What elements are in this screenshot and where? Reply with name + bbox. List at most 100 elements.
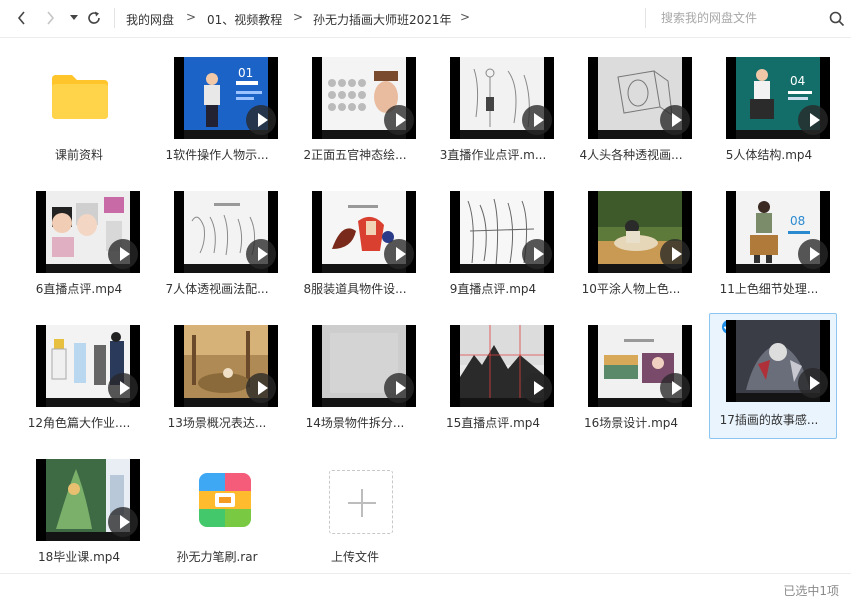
back-button[interactable] — [12, 8, 32, 28]
play-icon — [522, 105, 552, 135]
video-thumbnail — [36, 191, 140, 273]
play-icon — [660, 239, 690, 269]
video-tile[interactable]: 01 1软件操作人物示... — [152, 50, 280, 176]
file-name: 10平涂人物上色... — [581, 282, 681, 296]
video-thumbnail — [450, 57, 554, 139]
file-name: 4人头各种透视画... — [579, 148, 683, 162]
video-tile[interactable]: 9直播点评.mp4 — [428, 184, 556, 310]
search-icon[interactable] — [829, 11, 845, 27]
video-thumbnail — [312, 325, 416, 407]
play-icon — [246, 239, 276, 269]
play-icon — [798, 105, 828, 135]
video-tile[interactable]: 04 5人体结构.mp4 — [704, 50, 832, 176]
plus-icon[interactable] — [329, 470, 393, 534]
video-thumbnail: 01 — [174, 57, 278, 139]
file-name: 2正面五官神态绘... — [303, 148, 407, 162]
video-tile[interactable]: 08 11上色细节处理... — [704, 184, 832, 310]
video-tile[interactable]: 3直播作业点评.m... — [428, 50, 556, 176]
breadcrumb-video-tutorials[interactable]: 01、视频教程 — [207, 11, 282, 28]
video-tile[interactable]: 18毕业课.mp4 — [14, 452, 142, 578]
file-name: 孙无力笔刷.rar — [176, 550, 258, 564]
file-name: 7人体透视画法配... — [165, 282, 269, 296]
archive-tile[interactable]: 孙无力笔刷.rar — [152, 452, 280, 578]
video-tile[interactable]: 8服装道具物件设... — [290, 184, 418, 310]
video-thumbnail — [312, 191, 416, 273]
video-thumbnail — [588, 325, 692, 407]
play-icon — [246, 373, 276, 403]
play-icon — [798, 239, 828, 269]
video-thumbnail — [450, 325, 554, 407]
play-icon — [522, 239, 552, 269]
video-thumbnail — [726, 320, 830, 402]
video-tile[interactable]: 7人体透视画法配... — [152, 184, 280, 310]
breadcrumb-current-folder[interactable]: 孙无力插画大师班2021年 — [313, 11, 452, 28]
file-name: 9直播点评.mp4 — [449, 282, 537, 296]
play-icon — [108, 507, 138, 537]
file-name: 1软件操作人物示... — [165, 148, 269, 162]
video-thumbnail — [312, 57, 416, 139]
video-tile[interactable]: 12角色篇大作业.... — [14, 318, 142, 444]
selection-count: 已选中1项 — [783, 584, 839, 598]
video-thumbnail — [588, 191, 692, 273]
forward-button[interactable] — [40, 8, 60, 28]
search-input[interactable] — [653, 6, 823, 30]
status-bar: 已选中1项 — [0, 573, 851, 602]
play-icon — [384, 239, 414, 269]
upload-tile[interactable]: 上传文件 — [290, 452, 418, 578]
play-icon — [522, 373, 552, 403]
upload-label: 上传文件 — [330, 550, 379, 564]
video-tile[interactable]: 4人头各种透视画... — [566, 50, 694, 176]
file-name: 15直播点评.mp4 — [445, 416, 541, 430]
play-icon — [660, 105, 690, 135]
breadcrumb-separator: > — [186, 10, 197, 24]
play-icon — [246, 105, 276, 135]
folder-icon — [52, 75, 108, 119]
toolbar-divider — [114, 8, 115, 28]
thumbnail-text: 01 — [238, 66, 253, 80]
video-tile[interactable]: 10平涂人物上色... — [566, 184, 694, 310]
history-dropdown-button[interactable] — [64, 8, 84, 28]
video-thumbnail — [36, 459, 140, 541]
file-name: 课前资料 — [54, 148, 103, 162]
play-icon — [798, 368, 828, 398]
video-tile[interactable]: 15直播点评.mp4 — [428, 318, 556, 444]
video-tile-selected[interactable]: 17插画的故事感... — [709, 313, 837, 439]
file-name: 5人体结构.mp4 — [725, 148, 813, 162]
file-name: 12角色篇大作业.... — [27, 416, 131, 430]
video-tile[interactable]: 2正面五官神态绘... — [290, 50, 418, 176]
video-thumbnail — [36, 325, 140, 407]
rar-archive-icon — [199, 473, 251, 527]
play-icon — [660, 373, 690, 403]
refresh-icon — [88, 11, 100, 24]
video-thumbnail: 08 — [726, 191, 830, 273]
breadcrumb-separator: > — [293, 10, 304, 24]
file-name: 6直播点评.mp4 — [35, 282, 123, 296]
video-thumbnail: 04 — [726, 57, 830, 139]
file-name: 8服装道具物件设... — [303, 282, 407, 296]
file-name: 3直播作业点评.m... — [439, 148, 547, 162]
video-thumbnail — [174, 191, 278, 273]
file-name: 18毕业课.mp4 — [37, 550, 121, 564]
file-name: 11上色细节处理... — [719, 282, 819, 296]
video-thumbnail — [450, 191, 554, 273]
video-tile[interactable]: 13场景概况表达... — [152, 318, 280, 444]
caret-down-icon — [70, 15, 78, 20]
video-tile[interactable]: 6直播点评.mp4 — [14, 184, 142, 310]
video-tile[interactable]: 16场景设计.mp4 — [566, 318, 694, 444]
breadcrumb-separator: > — [460, 10, 471, 24]
chevron-left-icon — [17, 11, 25, 25]
folder-tile[interactable]: 课前资料 — [14, 50, 142, 176]
video-thumbnail — [174, 325, 278, 407]
file-name: 13场景概况表达... — [167, 416, 267, 430]
play-icon — [108, 373, 138, 403]
video-tile[interactable]: 14场景物件拆分... — [290, 318, 418, 444]
thumbnail-text: 08 — [790, 214, 805, 228]
play-icon — [108, 239, 138, 269]
play-icon — [384, 105, 414, 135]
thumbnail-text: 04 — [790, 74, 805, 88]
refresh-button[interactable] — [84, 8, 104, 28]
top-toolbar: 我的网盘 > 01、视频教程 > 孙无力插画大师班2021年 > — [0, 0, 851, 38]
file-name: 16场景设计.mp4 — [583, 416, 679, 430]
search-divider — [645, 8, 646, 28]
breadcrumb-my-drive[interactable]: 我的网盘 — [126, 11, 174, 28]
